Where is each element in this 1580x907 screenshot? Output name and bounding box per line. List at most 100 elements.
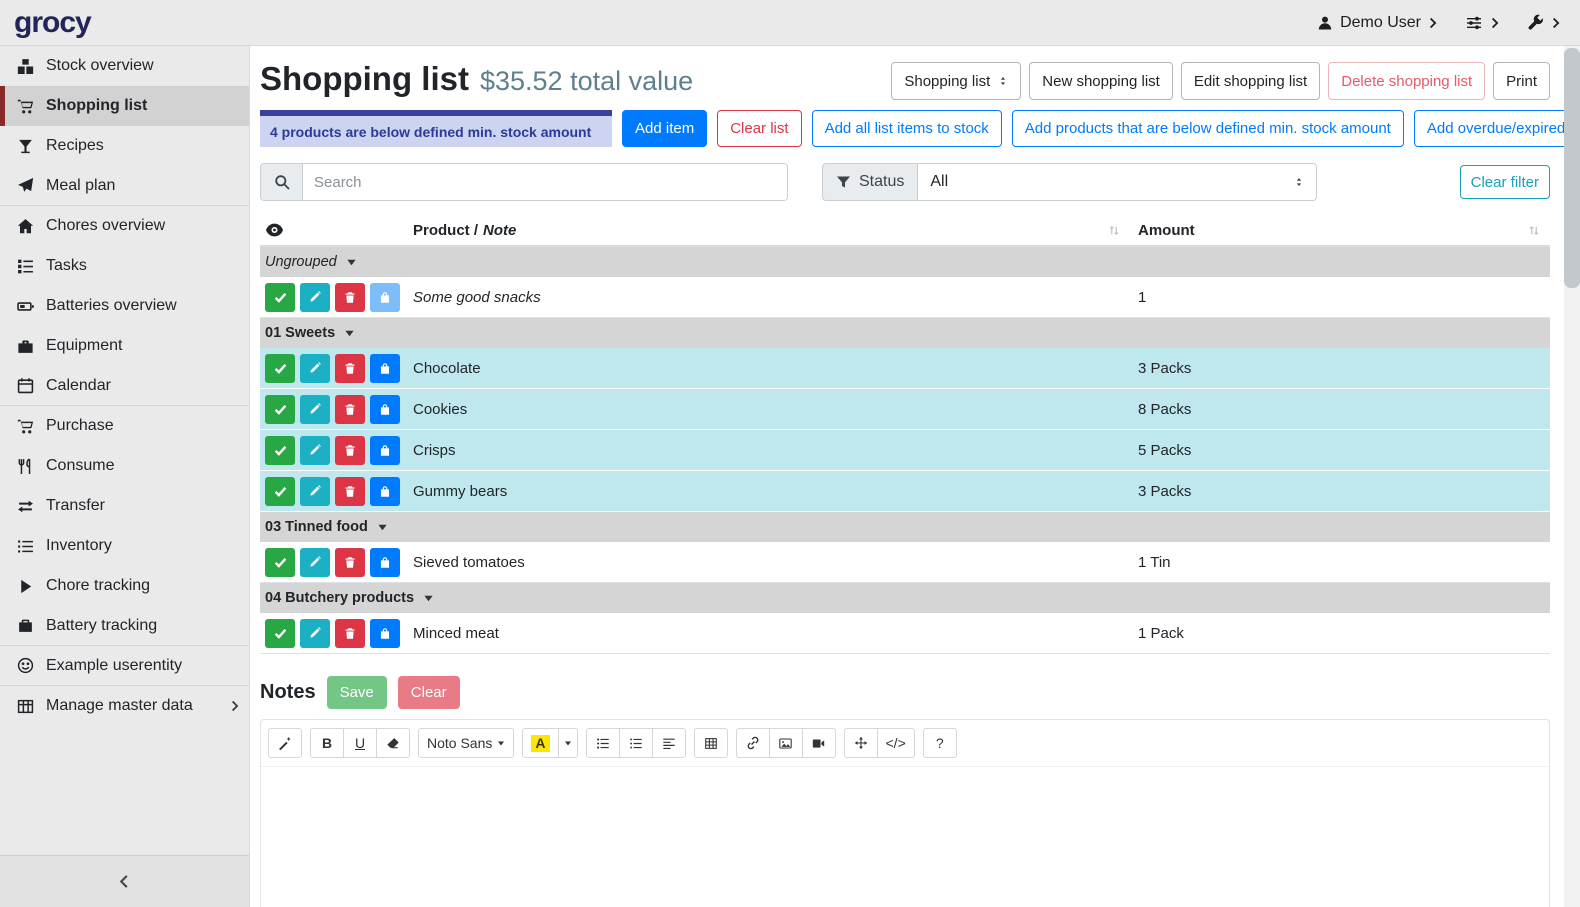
- ordered-list-button[interactable]: [619, 728, 653, 758]
- sidebar-item-chores-overview[interactable]: Chores overview: [0, 206, 249, 246]
- group-header-tinned-food[interactable]: 03 Tinned food: [260, 512, 1550, 542]
- edit-item-button[interactable]: [300, 548, 330, 577]
- edit-item-button[interactable]: [300, 619, 330, 648]
- page-scrollbar[interactable]: [1564, 46, 1580, 907]
- code-view-button[interactable]: </>: [877, 728, 915, 758]
- add-to-stock-button[interactable]: [370, 619, 400, 648]
- color-dropdown-button[interactable]: [558, 728, 578, 758]
- eraser-button[interactable]: [376, 728, 410, 758]
- product-column-header[interactable]: Product / Note: [413, 222, 1130, 239]
- total-value: $35.52 total value: [480, 66, 693, 97]
- add-to-stock-button[interactable]: [370, 395, 400, 424]
- sidebar-item-battery-tracking[interactable]: Battery tracking: [0, 606, 249, 646]
- wrench-icon: [1527, 14, 1544, 31]
- sidebar-item-tasks[interactable]: Tasks: [0, 246, 249, 286]
- add-item-button[interactable]: Add item: [622, 110, 707, 147]
- shopping-list-select[interactable]: Shopping list: [891, 62, 1021, 100]
- eye-icon[interactable]: [265, 223, 284, 237]
- add-below-min-button[interactable]: Add products that are below defined min.…: [1012, 110, 1404, 147]
- group-header-butchery-products[interactable]: 04 Butchery products: [260, 583, 1550, 613]
- delete-item-button[interactable]: [335, 548, 365, 577]
- sidebar-item-recipes[interactable]: Recipes: [0, 126, 249, 166]
- sidebar-item-purchase[interactable]: Purchase: [0, 406, 249, 446]
- sidebar-item-manage-master-data[interactable]: Manage master data: [0, 686, 249, 726]
- font-family-select[interactable]: Noto Sans: [418, 728, 514, 758]
- mark-done-button[interactable]: [265, 395, 295, 424]
- delete-item-button[interactable]: [335, 395, 365, 424]
- group-header-ungrouped[interactable]: Ungrouped: [260, 247, 1550, 277]
- mark-done-button[interactable]: [265, 436, 295, 465]
- sidebar-item-meal-plan[interactable]: Meal plan: [0, 166, 249, 206]
- edit-item-button[interactable]: [300, 477, 330, 506]
- paragraph-align-button[interactable]: [652, 728, 686, 758]
- edit-shopping-list-button[interactable]: Edit shopping list: [1181, 62, 1320, 100]
- edit-item-button[interactable]: [300, 354, 330, 383]
- item-product: Minced meat: [413, 625, 499, 642]
- add-to-stock-button[interactable]: [370, 548, 400, 577]
- table-row: Chocolate 3 Packs: [260, 348, 1550, 389]
- add-to-stock-button[interactable]: [370, 436, 400, 465]
- notes-clear-button[interactable]: Clear: [398, 676, 460, 709]
- item-amount: 1 Tin: [1138, 554, 1171, 571]
- unordered-list-button[interactable]: [586, 728, 620, 758]
- sidebar-item-inventory[interactable]: Inventory: [0, 526, 249, 566]
- add-to-stock-button[interactable]: [370, 477, 400, 506]
- print-button[interactable]: Print: [1493, 62, 1550, 100]
- add-all-to-stock-button[interactable]: Add all list items to stock: [812, 110, 1002, 147]
- new-shopping-list-button[interactable]: New shopping list: [1029, 62, 1173, 100]
- clear-list-button[interactable]: Clear list: [717, 110, 801, 147]
- delete-item-button[interactable]: [335, 283, 365, 312]
- delete-item-button[interactable]: [335, 436, 365, 465]
- sidebar-item-example-userentity[interactable]: Example userentity: [0, 646, 249, 686]
- insert-image-button[interactable]: [769, 728, 803, 758]
- underline-button[interactable]: U: [343, 728, 377, 758]
- delete-shopping-list-button[interactable]: Delete shopping list: [1328, 62, 1485, 100]
- sidebar-item-equipment[interactable]: Equipment: [0, 326, 249, 366]
- mark-done-button[interactable]: [265, 548, 295, 577]
- sidebar-item-consume[interactable]: Consume: [0, 446, 249, 486]
- group-header-sweets[interactable]: 01 Sweets: [260, 318, 1550, 348]
- sidebar-item-calendar[interactable]: Calendar: [0, 366, 249, 406]
- insert-video-button[interactable]: [802, 728, 836, 758]
- edit-item-button[interactable]: [300, 283, 330, 312]
- edit-item-button[interactable]: [300, 395, 330, 424]
- notes-editor-area[interactable]: [261, 767, 1549, 907]
- sidebar-collapse-button[interactable]: [0, 855, 249, 907]
- bold-button[interactable]: B: [310, 728, 344, 758]
- sidebar-item-shopping-list[interactable]: Shopping list: [0, 86, 249, 126]
- edit-item-button[interactable]: [300, 436, 330, 465]
- cocktail-icon: [13, 138, 38, 155]
- sidebar-item-stock-overview[interactable]: Stock overview: [0, 46, 249, 86]
- admin-menu[interactable]: [1527, 14, 1560, 31]
- add-to-stock-button[interactable]: [370, 283, 400, 312]
- insert-link-button[interactable]: [736, 728, 770, 758]
- delete-item-button[interactable]: [335, 354, 365, 383]
- add-overdue-button[interactable]: Add overdue/expired products: [1414, 110, 1564, 147]
- amount-column-header[interactable]: Amount: [1130, 222, 1550, 239]
- scrollbar-thumb[interactable]: [1564, 48, 1580, 288]
- search-input[interactable]: [303, 164, 787, 200]
- sidebar-item-transfer[interactable]: Transfer: [0, 486, 249, 526]
- delete-item-button[interactable]: [335, 477, 365, 506]
- mark-done-button[interactable]: [265, 283, 295, 312]
- sliders-icon: [1465, 15, 1483, 31]
- main-content: Shopping list $35.52 total value Shoppin…: [250, 46, 1564, 907]
- mark-done-button[interactable]: [265, 354, 295, 383]
- mark-done-button[interactable]: [265, 477, 295, 506]
- highlight-color-button[interactable]: A: [522, 728, 558, 758]
- fullscreen-button[interactable]: [844, 728, 878, 758]
- mark-done-button[interactable]: [265, 619, 295, 648]
- add-to-stock-button[interactable]: [370, 354, 400, 383]
- clear-filter-button[interactable]: Clear filter: [1460, 165, 1550, 199]
- help-button[interactable]: ?: [923, 728, 957, 758]
- status-select[interactable]: All: [917, 163, 1317, 201]
- sidebar-item-chore-tracking[interactable]: Chore tracking: [0, 566, 249, 606]
- item-amount: 1 Pack: [1138, 625, 1184, 642]
- delete-item-button[interactable]: [335, 619, 365, 648]
- sidebar-item-batteries-overview[interactable]: Batteries overview: [0, 286, 249, 326]
- user-menu[interactable]: Demo User: [1317, 14, 1437, 32]
- magic-style-button[interactable]: [268, 728, 302, 758]
- insert-table-button[interactable]: [694, 728, 728, 758]
- settings-menu[interactable]: [1465, 15, 1499, 31]
- notes-save-button[interactable]: Save: [327, 676, 387, 709]
